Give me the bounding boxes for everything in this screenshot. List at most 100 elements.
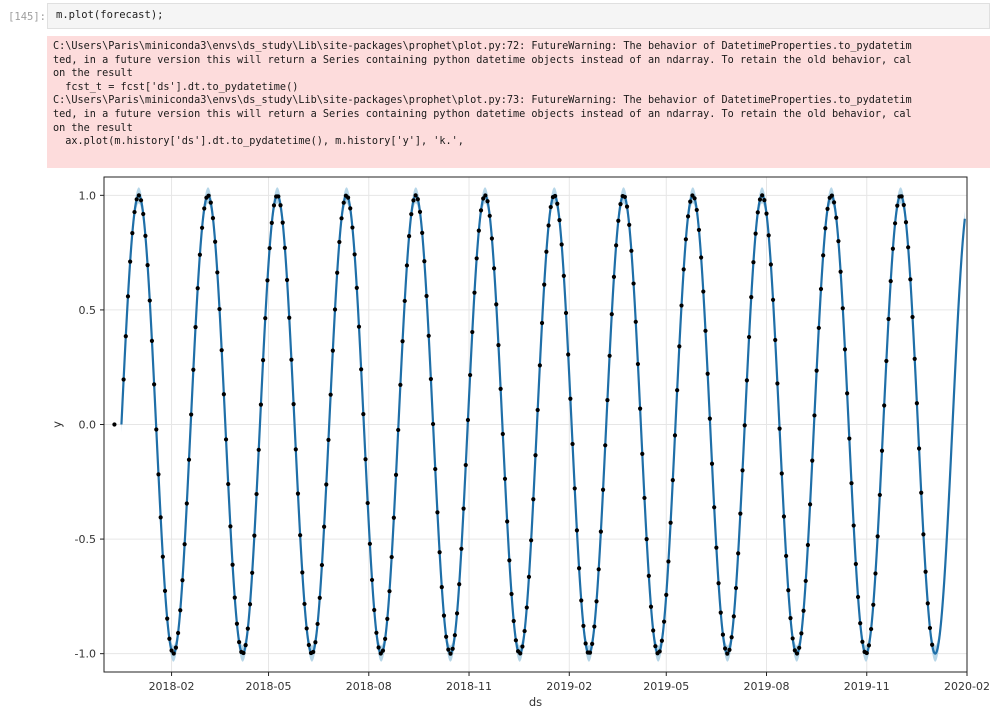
history-point	[180, 578, 185, 583]
history-point	[581, 623, 586, 629]
history-point	[452, 633, 457, 638]
history-point	[463, 462, 468, 468]
stderr-lines: C:\Users\Paris\miniconda3\envs\ds_study\…	[53, 40, 990, 149]
history-point	[468, 372, 473, 378]
history-point	[376, 645, 381, 650]
history-point	[221, 392, 226, 397]
history-point	[145, 263, 150, 268]
stderr-line: ted, in a future version this will retur…	[53, 54, 912, 66]
history-point	[714, 545, 719, 550]
history-point	[396, 427, 401, 433]
history-point	[529, 538, 534, 543]
history-point	[631, 281, 636, 286]
history-point	[489, 236, 495, 241]
history-point	[805, 542, 811, 548]
history-point	[882, 403, 887, 408]
history-point	[797, 645, 802, 650]
history-point	[766, 233, 771, 238]
history-point	[491, 266, 497, 271]
history-point	[729, 635, 734, 640]
history-point	[459, 546, 464, 551]
history-point	[374, 630, 379, 635]
history-point	[694, 207, 699, 213]
history-point	[121, 377, 126, 382]
x-tick-label: 2019-11	[844, 680, 890, 693]
history-point	[291, 402, 296, 407]
history-point	[415, 197, 420, 202]
history-point	[332, 307, 338, 312]
history-point	[367, 541, 372, 546]
history-point	[470, 329, 475, 335]
code-input[interactable]: m.plot(forecast);	[47, 3, 990, 29]
history-point	[454, 611, 460, 616]
history-point	[134, 197, 139, 202]
x-tick-label: 2018-02	[149, 680, 195, 693]
history-point	[158, 515, 163, 520]
history-point	[441, 613, 447, 618]
history-point	[855, 594, 861, 600]
history-point	[579, 598, 584, 603]
history-point	[407, 234, 412, 239]
history-point	[435, 510, 440, 515]
history-point	[341, 200, 346, 205]
history-point	[247, 602, 253, 607]
history-point	[138, 198, 144, 203]
history-point	[779, 471, 784, 476]
history-point	[448, 651, 453, 656]
history-point	[300, 570, 305, 575]
history-point	[688, 199, 693, 204]
history-point	[770, 297, 776, 302]
history-point	[777, 426, 782, 431]
history-point	[553, 193, 558, 199]
history-point	[417, 209, 423, 214]
history-point	[753, 231, 758, 236]
history-point	[570, 441, 575, 447]
history-point	[801, 608, 806, 613]
history-point	[241, 650, 246, 656]
history-point	[644, 537, 649, 542]
history-point	[457, 582, 462, 587]
history-point	[167, 636, 172, 641]
history-point	[927, 625, 933, 631]
history-point	[683, 237, 688, 242]
history-point	[143, 233, 148, 238]
history-point	[280, 220, 285, 225]
history-point	[773, 337, 778, 343]
history-point	[422, 259, 427, 264]
history-point	[544, 249, 549, 254]
history-point	[818, 286, 824, 292]
history-point	[668, 520, 673, 525]
history-point	[439, 585, 444, 590]
history-point	[478, 208, 484, 213]
history-point	[659, 638, 665, 643]
history-point	[173, 645, 179, 650]
history-point	[271, 203, 277, 208]
history-point	[692, 196, 697, 201]
history-point	[611, 274, 617, 279]
history-point	[232, 595, 237, 600]
y-tick-label: -1.0	[75, 648, 96, 661]
history-point	[829, 193, 834, 198]
history-point	[651, 628, 656, 633]
history-point	[524, 605, 529, 610]
history-point	[755, 210, 760, 215]
history-point	[284, 277, 290, 283]
history-point	[875, 534, 880, 539]
history-point	[485, 199, 490, 204]
history-point	[256, 447, 261, 452]
history-point	[539, 320, 545, 326]
history-point	[160, 554, 165, 559]
history-point	[707, 416, 712, 421]
history-point	[354, 285, 359, 290]
history-point	[703, 328, 708, 333]
history-point	[825, 206, 830, 211]
history-point	[757, 197, 763, 202]
history-point	[472, 290, 477, 295]
history-point	[128, 259, 133, 264]
history-point	[507, 558, 512, 563]
history-point	[350, 225, 355, 230]
history-point	[446, 647, 451, 652]
history-point	[821, 253, 826, 258]
history-point	[616, 218, 621, 223]
history-point	[465, 417, 471, 423]
